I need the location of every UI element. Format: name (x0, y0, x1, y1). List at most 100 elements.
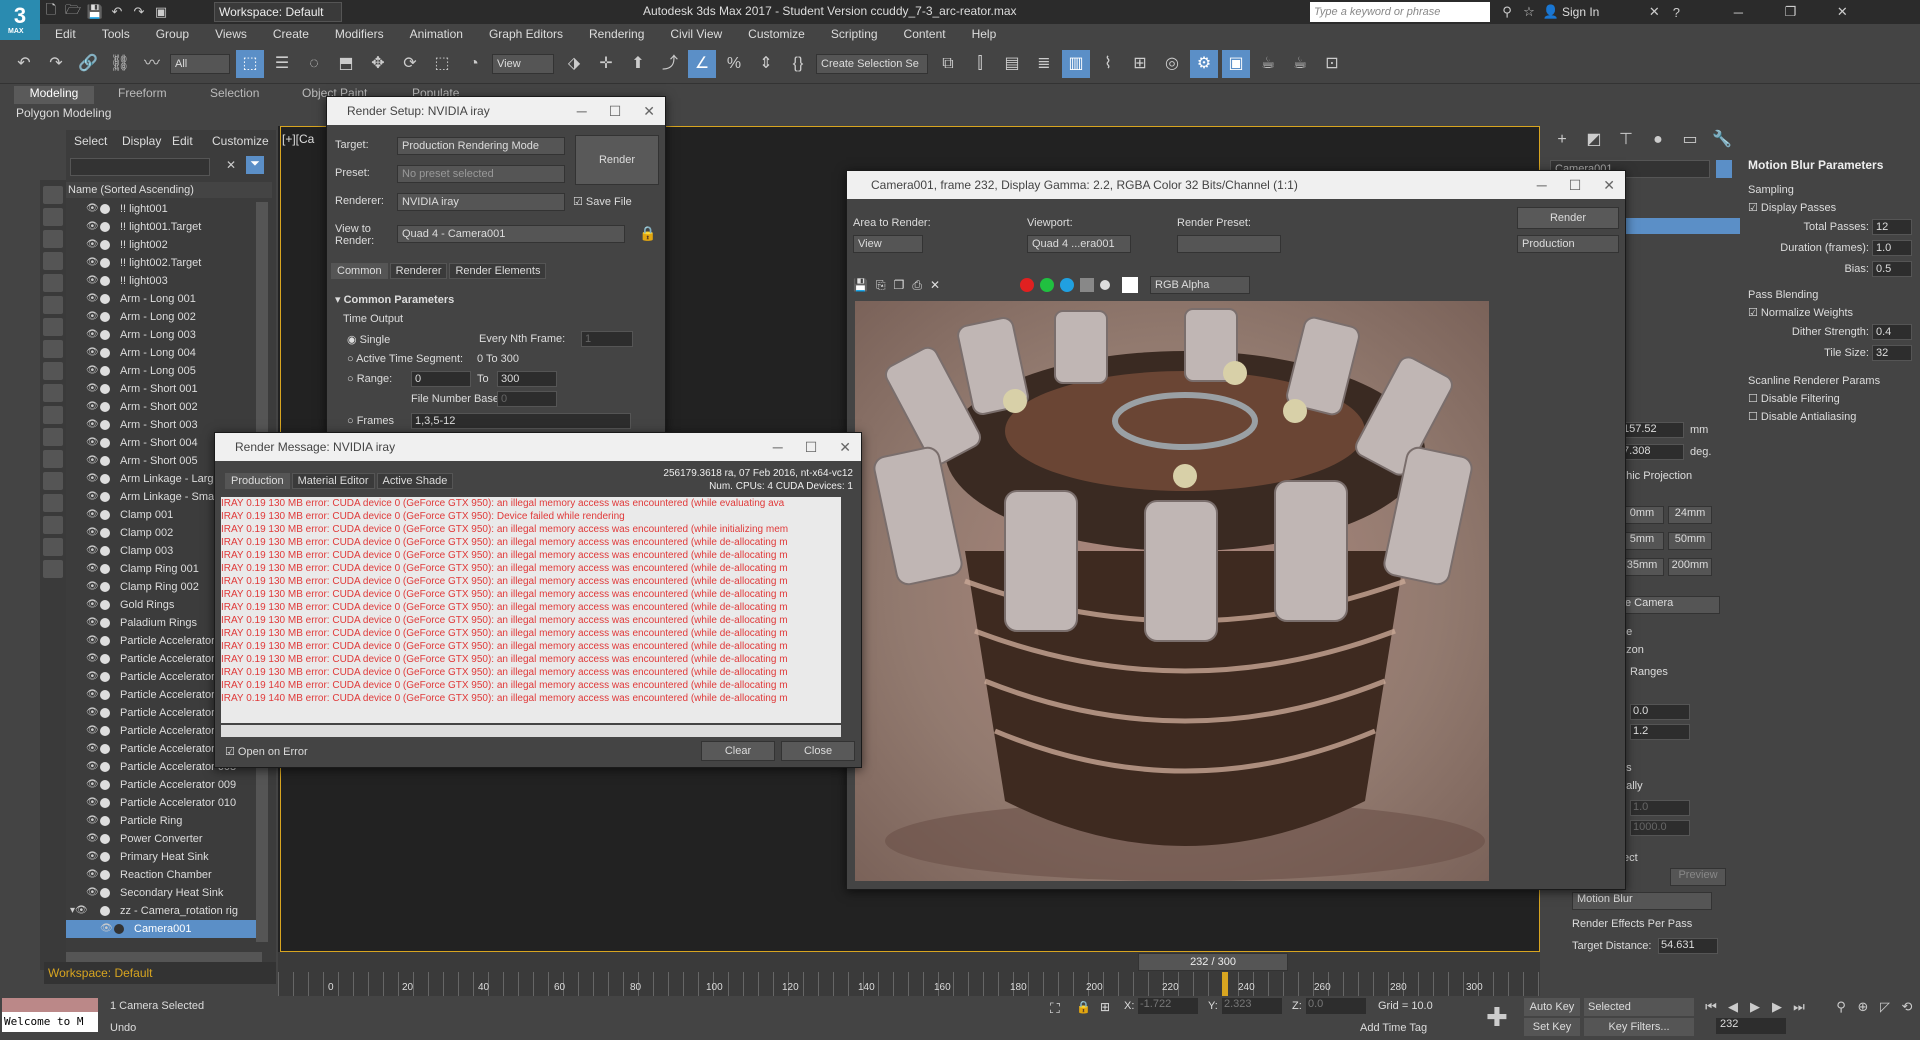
selection-filter-dropdown[interactable]: All (170, 53, 230, 74)
menu-help[interactable]: Help (972, 27, 997, 41)
tab-common[interactable]: Common (331, 263, 388, 279)
list-item[interactable]: 👁 Arm - Long 005 (66, 362, 262, 380)
named-selection-dropdown[interactable]: Create Selection Se (816, 53, 928, 74)
camera-type-dropdown[interactable]: e Camera (1620, 596, 1720, 614)
close-icon[interactable]: ✕ (643, 103, 655, 119)
a360-icon[interactable]: ⊡ (1318, 50, 1346, 78)
display-none-icon[interactable] (43, 186, 63, 204)
selection-lock-icon[interactable]: 🔒 (1076, 1000, 1091, 1014)
display-containers-icon[interactable] (43, 406, 63, 424)
display-bones-icon[interactable] (43, 384, 63, 402)
list-item[interactable]: 👁 Reaction Chamber (66, 866, 262, 884)
redo-icon[interactable]: ↷ (42, 50, 70, 78)
go-to-start-icon[interactable]: ⏮ (1700, 999, 1722, 1015)
stock-lens-button[interactable]: 50mm (1668, 532, 1712, 550)
tab-renderer[interactable]: Renderer (389, 263, 448, 279)
range-radio[interactable]: ○ Range: (347, 373, 392, 385)
redo-icon[interactable]: ↷ (128, 4, 150, 20)
render-preset-dropdown[interactable] (1177, 235, 1281, 253)
menu-tools[interactable]: Tools (102, 27, 130, 41)
display-frozen-icon[interactable] (43, 428, 63, 446)
list-item[interactable]: 👁!! light001.Target (66, 218, 262, 236)
view-to-render-dropdown[interactable]: Quad 4 - Camera001 (397, 225, 625, 243)
y-coord-field[interactable]: 2.323 (1222, 998, 1282, 1014)
ribbon-polygon-modeling[interactable]: Polygon Modeling (16, 106, 111, 120)
range-to-field[interactable]: 300 (497, 371, 557, 387)
place-icon[interactable]: ◔ (460, 50, 488, 78)
disable-filtering-checkbox[interactable]: ☐ Disable Filtering (1748, 392, 1912, 405)
layer-icon[interactable] (43, 560, 63, 578)
add-time-tag[interactable]: Add Time Tag (1360, 1022, 1427, 1034)
stock-lens-button[interactable]: 24mm (1668, 506, 1712, 524)
clear-button[interactable]: Clear (701, 741, 775, 761)
rendered-frame-window-icon[interactable]: ▣ (1222, 49, 1250, 78)
list-item[interactable]: 👁 Arm - Long 001 (66, 290, 262, 308)
menu-create[interactable]: Create (273, 27, 309, 41)
tab-material-editor[interactable]: Material Editor (291, 473, 375, 489)
display-cameras-icon[interactable] (43, 274, 63, 292)
blue-channel-button[interactable] (1060, 278, 1074, 292)
curve-editor-icon[interactable]: ⌇ (1094, 50, 1122, 78)
message-log[interactable]: IRAY 0.19 130 MB error: CUDA device 0 (G… (221, 497, 841, 723)
single-radio[interactable]: ◉ Single (347, 333, 390, 346)
ribbon-tab-selection[interactable]: Selection (210, 86, 259, 100)
minimize-icon[interactable]: ─ (1537, 177, 1547, 193)
menu-modifiers[interactable]: Modifiers (335, 27, 384, 41)
list-item[interactable]: 👁 Arm - Long 003 (66, 326, 262, 344)
tab-active-shade[interactable]: Active Shade (376, 473, 454, 489)
range-from-field[interactable]: 0 (411, 371, 471, 387)
frame-window-titlebar[interactable]: Camera001, frame 232, Display Gamma: 2.2… (847, 171, 1625, 199)
frames-radio[interactable]: ○ Frames (347, 415, 394, 427)
stock-lens-button[interactable]: 5mm (1620, 532, 1664, 550)
display-groups-icon[interactable] (43, 340, 63, 358)
minimize-icon[interactable]: ─ (773, 439, 783, 455)
display-spacewarps-icon[interactable] (43, 318, 63, 336)
new-file-icon[interactable]: 🗋 (40, 1, 62, 23)
scale-icon[interactable]: ⬚ (428, 50, 456, 78)
filter-icon[interactable] (43, 538, 63, 556)
render-button[interactable]: Render (575, 135, 659, 185)
object-color-swatch[interactable] (1716, 160, 1732, 178)
disable-antialiasing-checkbox[interactable]: ☐ Disable Antialiasing (1748, 410, 1912, 423)
go-to-end-icon[interactable]: ⏭ (1788, 999, 1810, 1015)
set-key-button[interactable]: Set Key (1524, 1018, 1580, 1036)
near-clip-field[interactable]: 1.0 (1630, 800, 1690, 816)
bind-spacewarp-icon[interactable]: 〰 (138, 50, 166, 78)
tile-size-field[interactable]: 32 (1872, 345, 1912, 361)
save-icon[interactable]: 💾 (84, 4, 106, 20)
previous-frame-icon[interactable]: ◀ (1722, 999, 1744, 1015)
layer-manager-icon[interactable]: ≣ (1030, 50, 1058, 78)
list-item[interactable]: 👁 Particle Accelerator 010 (66, 794, 262, 812)
align-icon[interactable]: ⫿ (966, 50, 994, 78)
green-channel-button[interactable] (1040, 278, 1054, 292)
far-range-field[interactable]: 1.2 (1630, 724, 1690, 740)
ortho-label[interactable]: phic Projection (1620, 470, 1692, 482)
keyboard-shortcut-icon[interactable]: ⬆ (624, 50, 652, 78)
list-item[interactable]: 👁 Arm - Short 001 (66, 380, 262, 398)
scene-menu-customize[interactable]: Customize (212, 134, 269, 148)
track-bar[interactable]: 0 20 40 60 80 100 120 140 160 180 200 22… (278, 972, 1540, 996)
area-to-render-dropdown[interactable]: View (853, 235, 923, 253)
sign-in-link[interactable]: Sign In (1562, 5, 1599, 19)
list-item[interactable]: 👁 Particle Accelerator 009 (66, 776, 262, 794)
scene-menu-select[interactable]: Select (74, 134, 107, 148)
menu-rendering[interactable]: Rendering (589, 27, 644, 41)
duration-field[interactable]: 1.0 (1872, 240, 1912, 256)
effect-dropdown[interactable]: Motion Blur (1572, 892, 1712, 910)
select-by-name-icon[interactable]: ☰ (268, 50, 296, 78)
maximize-icon[interactable]: ❐ (1779, 4, 1801, 20)
display-shapes-icon[interactable] (43, 230, 63, 248)
help-icon[interactable]: ? (1665, 5, 1687, 20)
link-icon[interactable]: 🔗 (74, 50, 102, 78)
viewport-label[interactable]: [+][Ca (282, 132, 314, 146)
display-hidden-icon[interactable] (43, 450, 63, 468)
schematic-view-icon[interactable]: ⊞ (1126, 50, 1154, 78)
display-none2-icon[interactable] (43, 494, 63, 512)
set-key-icon[interactable]: ✚ (1486, 1002, 1508, 1033)
app-logo[interactable]: 3 MAX (0, 0, 40, 40)
star-icon[interactable]: ☆ (1518, 4, 1540, 20)
menu-civil-view[interactable]: Civil View (670, 27, 722, 41)
open-on-error-checkbox[interactable]: ☑ Open on Error (225, 745, 308, 758)
common-params-rollout[interactable]: ▾ Common Parameters (335, 293, 454, 306)
maximize-icon[interactable]: ☐ (1569, 177, 1582, 193)
